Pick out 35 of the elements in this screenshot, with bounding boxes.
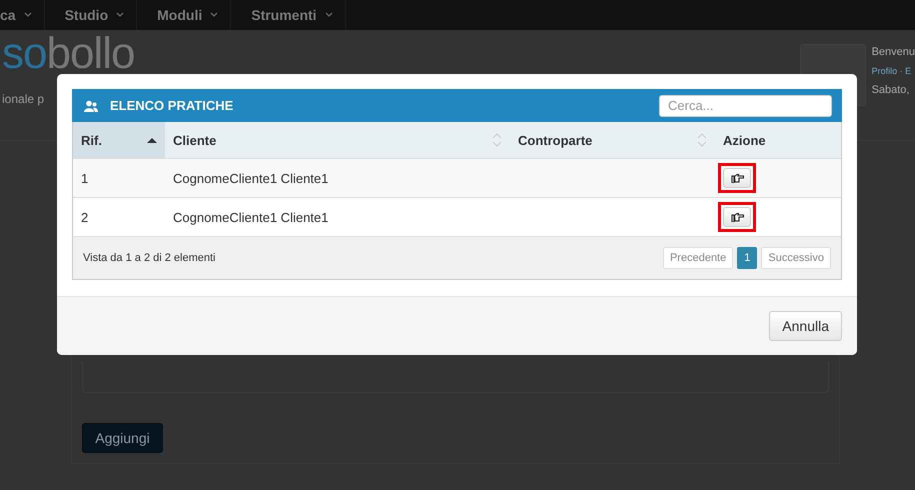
- date-text: Sabato,: [872, 84, 910, 96]
- pagination-button[interactable]: 1: [737, 247, 758, 269]
- cancel-button[interactable]: Annulla: [769, 311, 842, 341]
- column-header: Azione: [715, 122, 841, 158]
- table-cell: 2: [73, 198, 165, 236]
- greeting-text: Benvenu: [872, 46, 915, 58]
- table-info-text: Vista da 1 a 2 di 2 elementi: [83, 252, 216, 264]
- select-button[interactable]: [723, 168, 751, 188]
- column-header[interactable]: Rif.: [73, 122, 165, 158]
- caret-icon: [24, 12, 32, 18]
- sort-icon: [147, 136, 157, 144]
- nav-menu-item[interactable]: Studio: [44, 0, 138, 30]
- nav-menu-item[interactable]: ca: [0, 0, 45, 30]
- nav-menu-item[interactable]: Strumenti: [231, 0, 346, 30]
- caret-icon: [210, 12, 218, 18]
- table-cell: CognomeCliente1 Cliente1: [165, 198, 510, 236]
- sort-icon: [492, 132, 502, 148]
- logo-text: sobollo: [2, 34, 134, 74]
- column-header[interactable]: Controparte: [510, 122, 715, 158]
- nav-menu-item[interactable]: Moduli: [137, 0, 232, 30]
- profile-link[interactable]: Profilo · E: [872, 66, 915, 76]
- sort-icon: [697, 132, 707, 148]
- caret-icon: [116, 12, 124, 18]
- users-icon: [84, 100, 98, 112]
- pointing-hand-icon: [730, 173, 744, 183]
- logo-tagline: ionale p: [2, 92, 44, 106]
- table-cell: 1: [73, 158, 165, 198]
- pointing-hand-icon: [730, 212, 744, 222]
- add-button[interactable]: Aggiungi: [82, 423, 163, 453]
- search-field[interactable]: Cerca...: [659, 94, 832, 116]
- select-button[interactable]: [723, 207, 751, 227]
- widget-title: ELENCO PRATICHE: [110, 98, 234, 113]
- table-cell: CognomeCliente1 Cliente1: [165, 158, 510, 198]
- column-header[interactable]: Cliente: [165, 122, 510, 158]
- caret-icon: [324, 12, 333, 18]
